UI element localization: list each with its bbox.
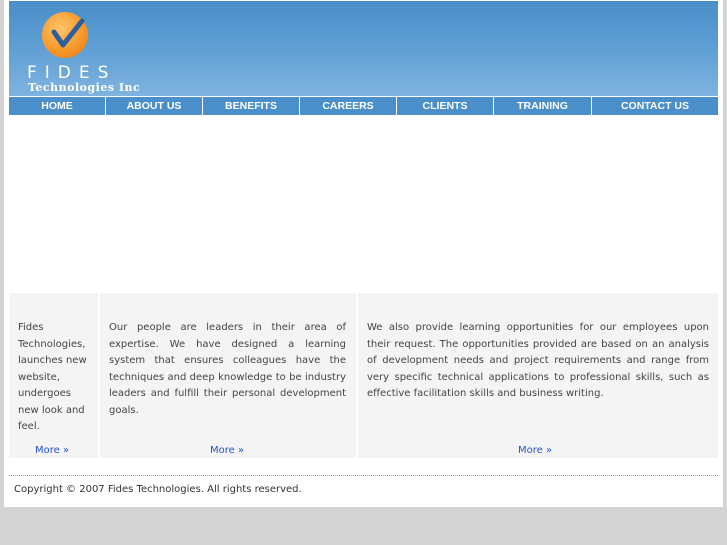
nav-careers[interactable]: CAREERS [300,97,397,115]
copyright-text: Copyright © 2007 Fides Technologies. All… [14,484,302,495]
nav-about-us[interactable]: ABOUT US [106,97,203,115]
header-banner: FIDES Technologies Inc [9,1,718,96]
learning-text: We also provide learning opportunities f… [367,322,709,399]
nav-contact-us[interactable]: CONTACT US [592,97,718,115]
news-more-link[interactable]: More » [35,443,69,460]
nav-benefits[interactable]: BENEFITS [203,97,300,115]
footer-divider [9,475,718,476]
learning-more-link[interactable]: More » [518,443,552,460]
news-column: Fides Technologies, launches new website… [9,293,98,458]
logo-name: FIDES [27,63,117,83]
page: FIDES Technologies Inc HOME ABOUT US BEN… [4,0,723,507]
people-text: Our people are leaders in their area of … [109,322,346,416]
main-nav: HOME ABOUT US BENEFITS CAREERS CLIENTS T… [9,97,718,115]
logo-subtitle: Technologies Inc [28,81,141,94]
learning-column: We also provide learning opportunities f… [358,293,718,458]
news-text: Fides Technologies, launches new website… [18,322,87,432]
nav-home[interactable]: HOME [9,97,106,115]
nav-training[interactable]: TRAINING [494,97,592,115]
nav-clients[interactable]: CLIENTS [397,97,494,115]
people-more-link[interactable]: More » [210,443,244,460]
people-column: Our people are leaders in their area of … [100,293,356,458]
logo-check-icon[interactable] [42,12,88,58]
